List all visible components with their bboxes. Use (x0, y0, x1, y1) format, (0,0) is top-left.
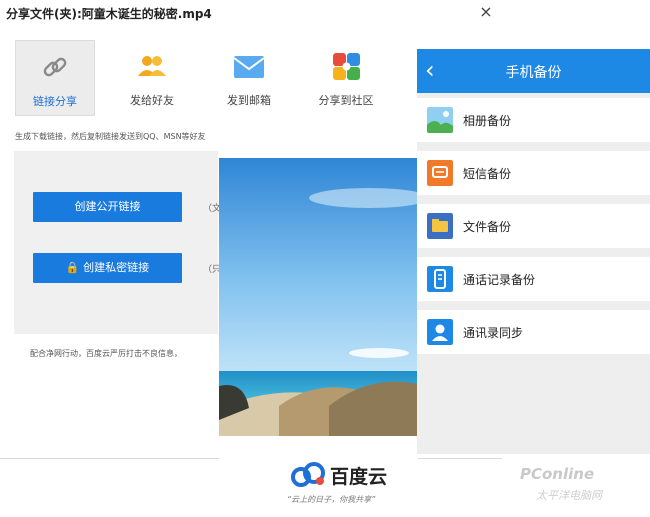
slogan: “云上的日子，你我共享” (287, 495, 376, 504)
call-log-icon (427, 266, 453, 292)
menu-item-label: 通话记录备份 (463, 273, 536, 287)
pconline-watermark: PConline (520, 465, 595, 483)
tab-label: 链接分享 (33, 95, 77, 108)
community-icon (333, 53, 360, 80)
tab-label: 发到邮箱 (227, 94, 271, 107)
pconline-watermark-sub: 太平洋电脑网 (536, 489, 602, 502)
menu-item-call-log-backup[interactable]: 通话记录备份 (417, 257, 650, 301)
share-hint: 生成下载链接，然后复制链接发送到QQ、MSN等好友 (15, 132, 206, 141)
tab-send-friends[interactable]: 发给好友 (112, 40, 192, 116)
baidu-cloud-logo-icon (291, 462, 325, 487)
tab-label: 发给好友 (130, 94, 174, 107)
menu-item-contacts-sync[interactable]: 通讯录同步 (417, 310, 650, 354)
menu-item-label: 通讯录同步 (463, 326, 524, 340)
create-public-link-button[interactable]: 创建公开链接 (33, 192, 182, 222)
create-private-link-button[interactable]: 🔒 创建私密链接 (33, 253, 182, 283)
mail-icon (233, 56, 265, 78)
mobile-header: ‹ 手机备份 (417, 49, 650, 93)
tab-link-share[interactable]: 链接分享 (15, 40, 95, 116)
tab-label: 分享到社区 (318, 94, 374, 107)
menu-item-photo-backup[interactable]: 相册备份 (417, 98, 650, 142)
dialog-title: 分享文件(夹):阿童木诞生的秘密.mp4 (6, 7, 212, 21)
menu-item-label: 文件备份 (463, 220, 512, 234)
baidu-cloud-logo-text: 百度云 (330, 466, 388, 488)
menu-item-sms-backup[interactable]: 短信备份 (417, 151, 650, 195)
folder-icon (427, 213, 453, 239)
menu-item-label: 相册备份 (463, 114, 512, 128)
photo-icon (427, 107, 453, 133)
mobile-backup-screen: ‹ 手机备份 相册备份 短信备份 文件备份 通话记录备份 通讯录同步 (417, 49, 650, 454)
footer-note: 配合净网行动，百度云严厉打击不良信息， (30, 349, 182, 358)
contacts-icon (427, 319, 453, 345)
link-panel (14, 151, 218, 334)
close-icon[interactable]: × (476, 2, 496, 22)
mobile-title: 手机备份 (505, 65, 562, 81)
menu-item-label: 短信备份 (463, 167, 512, 181)
tab-send-email[interactable]: 发到邮箱 (209, 40, 289, 116)
menu-item-file-backup[interactable]: 文件备份 (417, 204, 650, 248)
sms-icon (427, 160, 453, 186)
tab-share-community[interactable]: 分享到社区 (306, 40, 386, 116)
friends-icon (138, 56, 166, 76)
link-icon (43, 57, 67, 77)
lock-icon: 🔒 (65, 261, 80, 274)
private-link-label: 创建私密链接 (83, 261, 150, 274)
